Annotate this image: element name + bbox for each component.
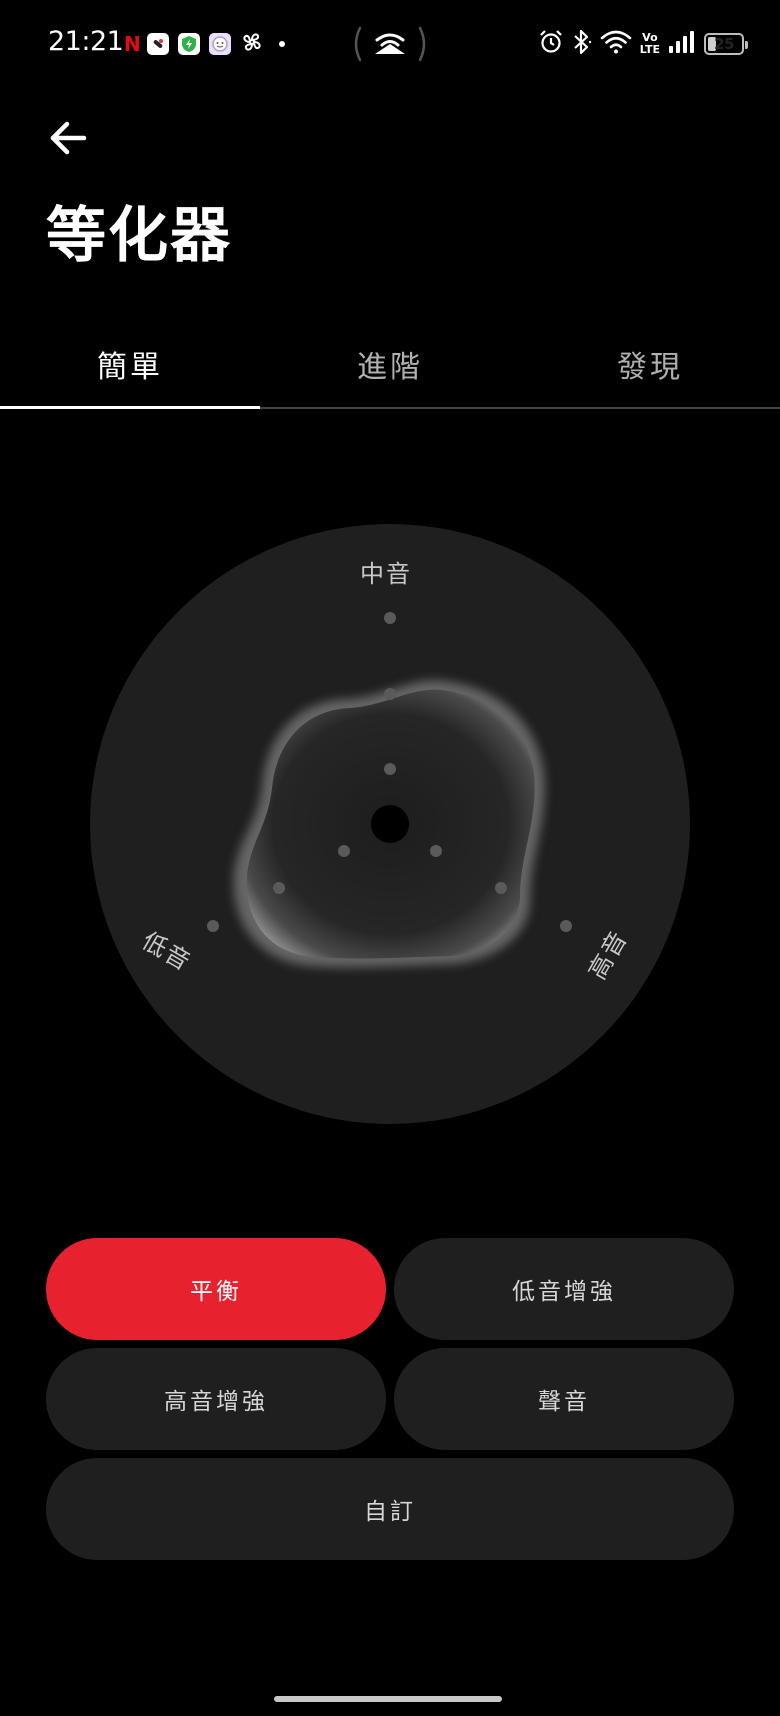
netflix-icon: N [124, 32, 141, 56]
fan-icon [240, 30, 264, 58]
volte-icon: Vo LTE [640, 32, 660, 56]
wifi-icon [600, 29, 632, 59]
eq-point-bass-outer [207, 920, 219, 932]
cast-icon [352, 24, 428, 64]
eq-point-treble-outer [560, 920, 572, 932]
preset-bass-boost-button[interactable]: 低音增強 [394, 1238, 734, 1340]
eq-point-treble-inner [430, 845, 442, 857]
eq-label-mid: 中音 [360, 560, 412, 588]
volte-bottom: LTE [639, 43, 660, 56]
status-bar: 21:21 N Vo LTE 25 [0, 0, 780, 88]
tab-indicator [0, 406, 260, 409]
tab-discover[interactable]: 發現 [520, 320, 780, 408]
eq-dial[interactable]: 中音 低音 高音 [90, 524, 690, 1124]
home-indicator[interactable] [274, 1696, 502, 1702]
alarm-icon [538, 29, 564, 59]
status-time: 21:21 [48, 26, 124, 57]
eq-point-mid-2 [384, 688, 396, 700]
preset-treble-boost-button[interactable]: 高音增強 [46, 1348, 386, 1450]
tab-bar: 簡單 進階 發現 [0, 320, 780, 410]
signal-icon [668, 30, 696, 58]
preset-voice-button[interactable]: 聲音 [394, 1348, 734, 1450]
eq-point-bass-2 [273, 882, 285, 894]
page-title: 等化器 [46, 201, 232, 271]
battery-icon: 25 [704, 33, 748, 55]
eq-point-mid-outer [384, 612, 396, 624]
tab-simple[interactable]: 簡單 [0, 320, 260, 408]
eq-point-mid-inner [384, 763, 396, 775]
eq-point-treble-2 [495, 882, 507, 894]
tab-advanced[interactable]: 進階 [260, 320, 520, 408]
notification-icons: N [124, 30, 285, 58]
preset-custom-button[interactable]: 自訂 [46, 1458, 734, 1560]
notification-dot-icon [279, 41, 285, 47]
eq-dial-graphic [90, 524, 690, 1124]
face-app-icon [209, 33, 231, 55]
eq-point-bass-inner [338, 845, 350, 857]
shield-icon [178, 33, 200, 55]
app-icon [147, 33, 169, 55]
eq-center-knob [371, 805, 409, 843]
arrow-left-icon [50, 121, 87, 155]
system-icons: Vo LTE 25 [538, 26, 748, 62]
back-button[interactable] [42, 112, 94, 164]
preset-balanced-button[interactable]: 平衡 [46, 1238, 386, 1340]
battery-level: 25 [714, 35, 734, 53]
bluetooth-icon [572, 28, 592, 60]
